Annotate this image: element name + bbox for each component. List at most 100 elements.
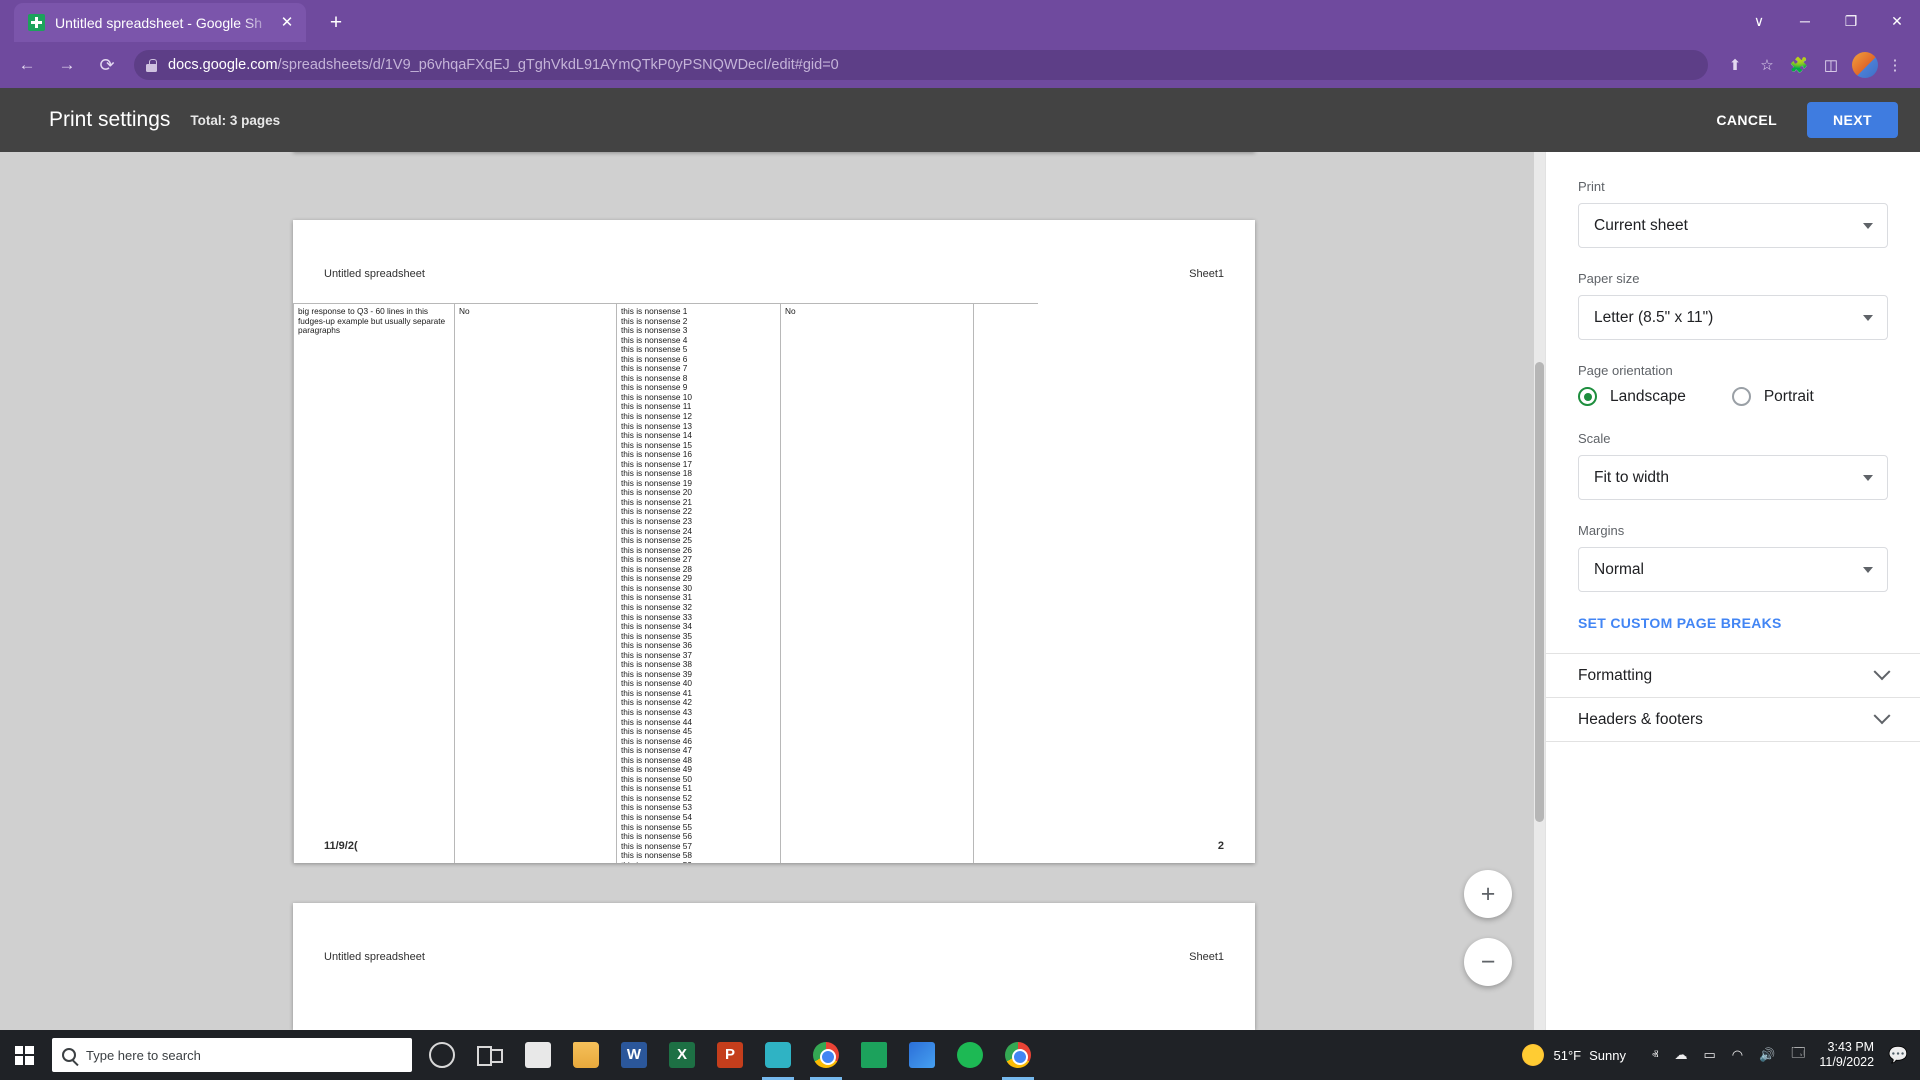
- taskbar-item-task-view[interactable]: [466, 1030, 514, 1080]
- url-text: docs.google.com/spreadsheets/d/1V9_p6vhq…: [168, 57, 839, 73]
- teal-app-icon: [765, 1042, 791, 1068]
- window-minimize-icon[interactable]: ─: [1782, 0, 1828, 42]
- page-header: Untitled spreadsheet Sheet1: [293, 264, 1255, 284]
- zoom-in-button[interactable]: +: [1464, 870, 1512, 918]
- chevron-down-icon: [1863, 314, 1873, 321]
- print-label: Print: [1578, 179, 1605, 194]
- page-header-sheet: Sheet1: [1189, 951, 1224, 963]
- search-placeholder: Type here to search: [86, 1047, 201, 1063]
- forward-button-icon[interactable]: →: [50, 48, 84, 82]
- grid-column-4: No: [781, 304, 974, 863]
- sidebar-section-formatting[interactable]: Formatting: [1546, 653, 1920, 697]
- taskbar-item-chrome-window[interactable]: [994, 1030, 1042, 1080]
- orientation-option-portrait[interactable]: Portrait: [1731, 387, 1814, 406]
- system-tray: ⱏ ☁ ▭ ◠ 🔊 🗔: [1644, 1044, 1813, 1066]
- nonsense-line: this is nonsense 59: [621, 860, 776, 863]
- orientation-option-landscape[interactable]: Landscape: [1578, 387, 1686, 406]
- network-icon[interactable]: 🗔: [1791, 1044, 1805, 1066]
- grid-column-1: big response to Q3 - 60 lines in this fu…: [293, 304, 455, 863]
- taskbar-item-teal-app[interactable]: [754, 1030, 802, 1080]
- start-button[interactable]: [0, 1030, 48, 1080]
- window-maximize-icon[interactable]: ❐: [1828, 0, 1874, 42]
- page-footer: 11/9/2( 2: [293, 838, 1255, 854]
- sheets-icon: [861, 1042, 887, 1068]
- margins-select[interactable]: Normal: [1578, 547, 1888, 592]
- zoom-out-button[interactable]: −: [1464, 938, 1512, 986]
- margins-value: Normal: [1594, 560, 1644, 578]
- nonsense-cell-lines: this is nonsense 1 this is nonsense 2 this…: [621, 306, 776, 863]
- preview-scrollbar[interactable]: [1534, 152, 1545, 1030]
- taskbar-item-chrome[interactable]: [802, 1030, 850, 1080]
- powerpoint-icon: P: [717, 1042, 743, 1068]
- extensions-puzzle-icon[interactable]: 🧩: [1784, 50, 1814, 80]
- taskbar-item-excel[interactable]: X: [658, 1030, 706, 1080]
- scale-select[interactable]: Fit to width: [1578, 455, 1888, 500]
- chevron-down-icon: [1863, 566, 1873, 573]
- taskbar-clock[interactable]: 3:43 PM 11/9/2022: [1819, 1040, 1874, 1070]
- page-header: Untitled spreadsheet Sheet1: [293, 947, 1255, 967]
- cancel-button[interactable]: CANCEL: [1700, 103, 1793, 137]
- app-minimize-icon[interactable]: ∨: [1736, 0, 1782, 42]
- taskbar-item-photos[interactable]: [898, 1030, 946, 1080]
- window-controls: ∨ ─ ❐ ✕: [1736, 0, 1920, 42]
- word-icon: W: [621, 1042, 647, 1068]
- preview-scrollbar-thumb[interactable]: [1535, 362, 1544, 822]
- taskbar-tray-area: 51°F Sunny ⱏ ☁ ▭ ◠ 🔊 🗔 3:43 PM 11/9/2022…: [1521, 1040, 1920, 1070]
- tab-title: Untitled spreadsheet - Google Sh: [55, 14, 263, 31]
- taskbar-item-cortana[interactable]: [418, 1030, 466, 1080]
- back-button-icon[interactable]: ←: [10, 48, 44, 82]
- taskbar-item-powerpoint[interactable]: P: [706, 1030, 754, 1080]
- next-button[interactable]: NEXT: [1807, 102, 1898, 138]
- side-panel-icon[interactable]: ◫: [1816, 50, 1846, 80]
- onedrive-cloud-icon[interactable]: ☁: [1674, 1047, 1687, 1063]
- radio-portrait-icon[interactable]: [1731, 387, 1751, 406]
- set-custom-page-breaks-link[interactable]: SET CUSTOM PAGE BREAKS: [1578, 615, 1888, 631]
- weather-condition: Sunny: [1589, 1047, 1626, 1063]
- search-icon: [62, 1048, 76, 1062]
- bookmark-star-icon[interactable]: ☆: [1752, 50, 1782, 80]
- headers-footers-label: Headers & footers: [1578, 710, 1703, 728]
- reload-button-icon[interactable]: ⟳: [90, 48, 124, 82]
- taskbar-item-sheets[interactable]: [850, 1030, 898, 1080]
- tab-close-icon[interactable]: ✕: [276, 12, 298, 34]
- chevron-down-icon: [1873, 662, 1891, 680]
- weather-widget[interactable]: 51°F Sunny: [1521, 1044, 1626, 1066]
- spotify-icon: [957, 1042, 983, 1068]
- taskbar-item-calculator[interactable]: [514, 1030, 562, 1080]
- url-host: docs.google.com: [168, 57, 278, 73]
- browser-tab[interactable]: Untitled spreadsheet - Google Sh ✕: [14, 3, 306, 42]
- taskbar-search-input[interactable]: Type here to search: [52, 1038, 412, 1072]
- new-tab-button[interactable]: +: [322, 9, 350, 37]
- windows-logo-icon: [14, 1045, 34, 1065]
- page-title: Print settings: [49, 108, 171, 131]
- scale-label: Scale: [1578, 431, 1611, 446]
- chrome-menu-icon[interactable]: ⋮: [1880, 50, 1910, 80]
- battery-icon[interactable]: ▭: [1703, 1047, 1715, 1063]
- sidebar-divider: [1546, 741, 1920, 742]
- window-close-icon[interactable]: ✕: [1874, 0, 1920, 42]
- volume-mute-icon[interactable]: 🔊: [1759, 1047, 1775, 1063]
- taskbar-item-spotify[interactable]: [946, 1030, 994, 1080]
- paper-size-select[interactable]: Letter (8.5" x 11"): [1578, 295, 1888, 340]
- taskbar-item-file-explorer[interactable]: [562, 1030, 610, 1080]
- photos-icon: [909, 1042, 935, 1068]
- page-orientation-label: Page orientation: [1578, 363, 1673, 378]
- page-header-title: Untitled spreadsheet: [324, 268, 425, 280]
- orientation-portrait-label: Portrait: [1763, 387, 1814, 405]
- footer-date: 11/9/2(: [324, 840, 358, 852]
- taskbar-item-word[interactable]: W: [610, 1030, 658, 1080]
- tray-chevron-up-icon[interactable]: ⱏ: [1652, 1047, 1658, 1063]
- cell-value: big response to Q3 - 60 lines in this fu…: [298, 306, 448, 336]
- address-bar[interactable]: docs.google.com/spreadsheets/d/1V9_p6vhq…: [134, 50, 1708, 80]
- print-preview-area[interactable]: Untitled spreadsheet Sheet1 big response…: [0, 152, 1545, 1030]
- notifications-icon[interactable]: 💬: [1888, 1045, 1908, 1065]
- paper-size-value: Letter (8.5" x 11"): [1594, 308, 1714, 326]
- share-icon[interactable]: ⬆: [1720, 50, 1750, 80]
- print-scope-select[interactable]: Current sheet: [1578, 203, 1888, 248]
- scale-value: Fit to width: [1594, 468, 1669, 486]
- wifi-icon[interactable]: ◠: [1732, 1047, 1743, 1063]
- chevron-down-icon: [1863, 222, 1873, 229]
- profile-avatar[interactable]: [1852, 52, 1878, 78]
- radio-landscape-icon[interactable]: [1578, 387, 1597, 406]
- sidebar-section-headers-footers[interactable]: Headers & footers: [1546, 697, 1920, 741]
